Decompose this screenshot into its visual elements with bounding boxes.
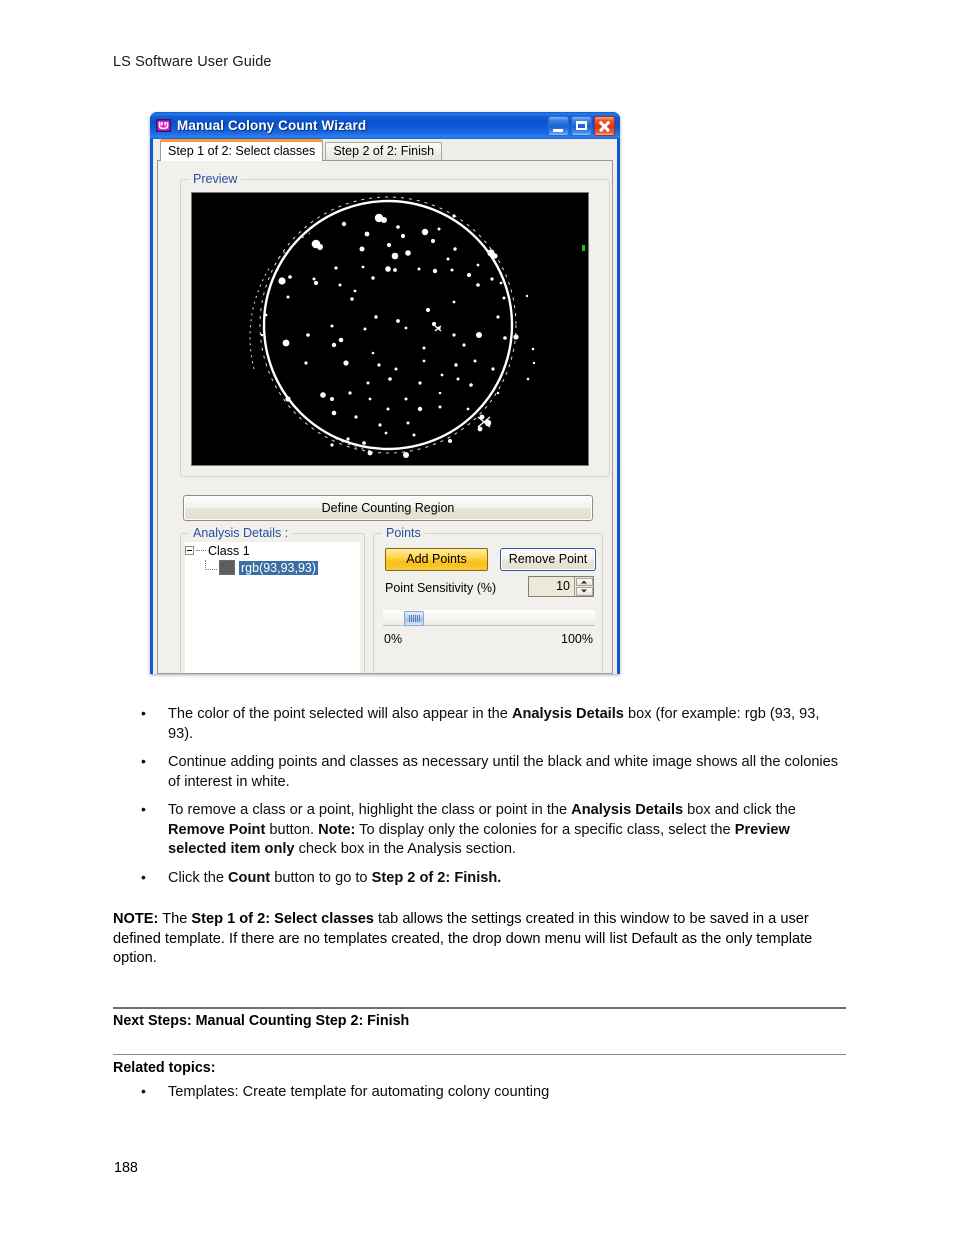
divider-thick	[113, 1007, 846, 1009]
analysis-details-tree[interactable]: Class 1 rgb(93,93,93)	[185, 542, 360, 673]
wizard-tabstrip: Step 1 of 2: Select classes Step 2 of 2:…	[153, 139, 617, 161]
close-icon[interactable]	[594, 115, 615, 136]
note-paragraph: NOTE: The Step 1 of 2: Select classes ta…	[113, 910, 853, 969]
bullet-text-3: Click the Count button to go to Step 2 o…	[168, 869, 502, 886]
tab-page-select-classes: Preview Define Counting Region Analysis …	[157, 160, 613, 674]
slider-min-label: 0%	[384, 632, 403, 646]
slider-thumb[interactable]	[404, 611, 424, 626]
tree-node-color[interactable]: rgb(93,93,93)	[185, 559, 360, 576]
analysis-details-group: Analysis Details : Class 1 rgb(93,93,93)	[180, 526, 365, 674]
preview-group-label: Preview	[189, 172, 242, 186]
point-sensitivity-label: Point Sensitivity (%)	[385, 581, 497, 595]
bullet-text-1: Continue adding points and classes as ne…	[168, 754, 839, 790]
window-controls	[548, 115, 615, 136]
next-steps-heading: Next Steps: Manual Counting Step 2: Fini…	[113, 1013, 410, 1029]
bullet-text-0: The color of the point selected will als…	[168, 706, 820, 742]
collapse-expander-icon[interactable]	[185, 546, 194, 555]
bullet-text-2: To remove a class or a point, highlight …	[168, 802, 796, 857]
list-item: The color of the point selected will als…	[113, 704, 848, 744]
tree-node-class[interactable]: Class 1	[185, 542, 360, 559]
body-bullet-list: The color of the point selected will als…	[113, 704, 848, 897]
page-number: 188	[114, 1160, 138, 1176]
related-topics-list: Templates: Create template for automatin…	[113, 1082, 813, 1112]
color-swatch	[219, 560, 235, 575]
points-group-label: Points	[382, 526, 425, 540]
list-item: To remove a class or a point, highlight …	[113, 800, 848, 860]
tree-node-class-label: Class 1	[208, 543, 250, 558]
minimize-button[interactable]	[548, 115, 569, 136]
stepper-down-icon[interactable]	[575, 587, 593, 596]
divider-thin	[113, 1054, 846, 1055]
define-counting-region-button[interactable]: Define Counting Region	[183, 495, 593, 521]
point-sensitivity-stepper[interactable]: 10	[528, 576, 594, 597]
note-text: NOTE: The Step 1 of 2: Select classes ta…	[113, 911, 813, 966]
list-item: Click the Count button to go to Step 2 o…	[113, 868, 848, 889]
preview-group: Preview	[180, 172, 610, 477]
related-topics-heading: Related topics:	[113, 1060, 216, 1076]
tab-step-2-finish[interactable]: Step 2 of 2: Finish	[325, 142, 443, 161]
tree-connector	[196, 549, 206, 552]
list-item: Continue adding points and classes as ne…	[113, 752, 848, 792]
point-sensitivity-value[interactable]: 10	[529, 577, 574, 596]
stepper-arrows	[574, 577, 593, 596]
document-header: LS Software User Guide	[113, 54, 272, 70]
remove-point-button[interactable]: Remove Point	[500, 548, 596, 571]
dialog-titlebar[interactable]: Manual Colony Count Wizard	[150, 112, 620, 139]
slider-max-label: 100%	[561, 632, 593, 646]
tree-node-color-label: rgb(93,93,93)	[239, 560, 319, 575]
document-page: LS Software User Guide Manual Colony Cou…	[0, 0, 954, 1235]
related-bullets: Templates: Create template for automatin…	[113, 1082, 813, 1103]
analysis-details-label: Analysis Details :	[189, 526, 293, 540]
app-icon	[155, 117, 172, 134]
preview-image[interactable]	[191, 192, 589, 466]
add-points-button[interactable]: Add Points	[385, 548, 488, 571]
tab-step-1-select-classes[interactable]: Step 1 of 2: Select classes	[160, 139, 324, 161]
point-sensitivity-slider[interactable]	[383, 610, 595, 626]
points-group: Points Add Points Remove Point Point Sen…	[373, 526, 603, 674]
list-item[interactable]: Templates: Create template for automatin…	[113, 1082, 813, 1103]
stepper-up-icon[interactable]	[575, 577, 593, 586]
dialog-title: Manual Colony Count Wizard	[177, 118, 367, 133]
manual-colony-count-wizard-dialog: Manual Colony Count Wizard Step 1 of 2: …	[150, 112, 620, 674]
related-topic-link[interactable]: Templates: Create template for automatin…	[168, 1084, 549, 1100]
maximize-button[interactable]	[571, 115, 592, 136]
dialog-client-area: Step 1 of 2: Select classes Step 2 of 2:…	[153, 139, 617, 674]
bullets: The color of the point selected will als…	[113, 704, 848, 889]
tree-connector-elbow	[205, 560, 217, 570]
